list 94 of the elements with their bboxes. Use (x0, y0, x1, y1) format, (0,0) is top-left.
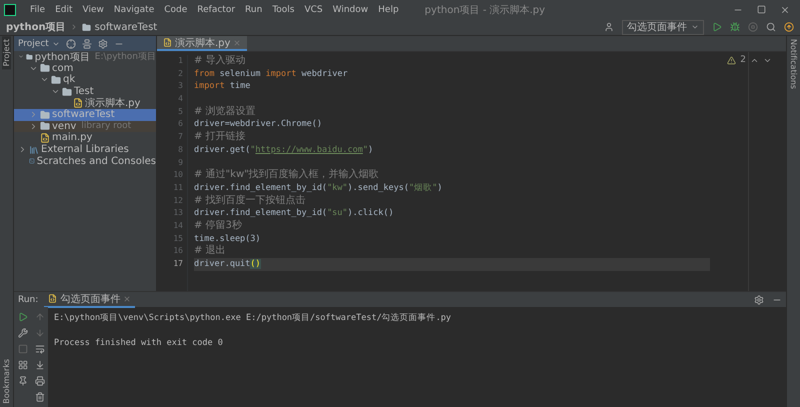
tree-item-hint: library root (81, 121, 132, 132)
folder-icon (82, 22, 91, 32)
menu-item[interactable]: Navigate (110, 4, 158, 14)
run-label: Run: (18, 294, 38, 304)
console-line: E:\python项目\venv\Scripts\python.exe E:/python项目/softwareTest/勾选页面事件.py (54, 312, 452, 324)
menu-item[interactable]: Edit (51, 4, 76, 14)
scroll-to-end-icon[interactable] (34, 360, 44, 370)
folder-icon (40, 63, 50, 74)
chevron-right-icon[interactable] (18, 145, 27, 154)
up-icon[interactable] (34, 312, 44, 322)
warning-count[interactable]: 2 (740, 55, 746, 65)
project-side-tab[interactable]: Project (2, 36, 11, 70)
layout-icon[interactable] (18, 360, 28, 370)
tree-item[interactable]: com (14, 62, 156, 74)
tree-item[interactable]: 演示脚本.py (14, 97, 156, 109)
pin-icon[interactable] (18, 376, 28, 386)
menu-item[interactable]: Run (241, 4, 266, 14)
folder-icon (62, 86, 72, 97)
folder-icon (40, 121, 50, 132)
python-file-icon (40, 132, 50, 143)
line-number: 5 (177, 106, 184, 118)
menu-item[interactable]: VCS (300, 4, 327, 14)
down-icon[interactable] (34, 328, 44, 338)
python-file-icon (48, 294, 58, 303)
maximize-icon[interactable] (757, 5, 766, 14)
tree-item[interactable]: External Libraries (14, 144, 156, 156)
debug-icon[interactable] (730, 22, 740, 32)
run-tab[interactable]: 勾选页面事件 (44, 291, 136, 308)
console-line: Process finished with exit code 0 (54, 337, 224, 350)
tree-item[interactable]: Scratches and Consoles (14, 155, 156, 167)
python-file-icon (163, 38, 172, 47)
window-title: python项目 - 演示脚本.py (424, 4, 546, 16)
line-number: 11 (172, 182, 184, 194)
bookmarks-side-tab[interactable]: Bookmarks (2, 356, 11, 407)
line-number: 1 (177, 55, 184, 67)
editor-tab[interactable]: 演示脚本.py (157, 36, 248, 51)
menu-item[interactable]: Window (328, 4, 372, 14)
settings-icon[interactable] (754, 294, 764, 304)
breadcrumb[interactable]: python项目 (6, 20, 66, 34)
user-icon[interactable] (604, 22, 614, 32)
print-icon[interactable] (34, 376, 44, 386)
close-icon[interactable] (123, 294, 132, 302)
menu-item[interactable]: View (78, 4, 108, 14)
line-number: 8 (177, 144, 184, 156)
soft-wrap-icon[interactable] (34, 344, 44, 354)
notifications-side-tab[interactable]: Notifications (789, 36, 798, 92)
collapse-icon[interactable] (82, 38, 92, 48)
python-file-icon (73, 98, 83, 108)
caret-icon (691, 23, 699, 31)
line-number: 17 (172, 258, 184, 270)
project-dropdown[interactable]: Project (18, 38, 60, 48)
wrench-icon[interactable] (18, 328, 28, 338)
tree-item[interactable]: main.py (14, 132, 156, 144)
tree-item[interactable]: python项目 E:\python项目 (14, 51, 156, 63)
trash-icon[interactable] (34, 392, 44, 402)
library-icon (29, 144, 39, 155)
line-number: 2 (177, 68, 184, 80)
run-icon[interactable] (712, 22, 722, 32)
menu-item[interactable]: File (26, 4, 50, 14)
line-number: 3 (177, 80, 184, 92)
close-icon[interactable] (780, 4, 790, 14)
tree-item[interactable]: qk (14, 74, 156, 86)
run-config-dropdown[interactable]: 勾选页面事件 (622, 20, 704, 34)
line-number: 6 (177, 118, 184, 130)
menu-item[interactable]: Refactor (193, 4, 240, 14)
search-icon[interactable] (766, 22, 776, 32)
line-number: 14 (172, 220, 184, 232)
locate-icon[interactable] (66, 38, 76, 48)
folder-icon (51, 74, 61, 85)
app-logo (4, 4, 16, 16)
scratch-icon (29, 156, 35, 166)
stop-icon[interactable] (18, 344, 28, 354)
menu-item[interactable]: Help (374, 4, 403, 14)
update-icon[interactable] (784, 22, 794, 32)
settings-icon[interactable] (98, 38, 108, 48)
line-number: 10 (172, 169, 184, 182)
menu-item[interactable]: Tools (268, 4, 298, 14)
line-number: 4 (177, 93, 184, 106)
line-number: 7 (177, 131, 184, 144)
line-number: 16 (172, 245, 184, 258)
stop-icon[interactable] (748, 22, 758, 32)
rerun-icon[interactable] (18, 312, 28, 322)
tree-item-hint: E:\python项目 (94, 51, 156, 64)
menu-item[interactable]: Code (160, 4, 192, 14)
folder-icon (40, 110, 50, 120)
warning-icon (727, 56, 736, 64)
folder-icon (26, 52, 33, 62)
line-number: 15 (172, 232, 184, 245)
line-number: 13 (172, 207, 184, 220)
line-number: 9 (177, 156, 184, 168)
tree-item[interactable]: Test (14, 86, 156, 98)
breadcrumb[interactable]: softwareTest (94, 22, 158, 32)
line-number: 12 (172, 194, 184, 207)
tree-item[interactable]: venv library root (14, 120, 156, 132)
